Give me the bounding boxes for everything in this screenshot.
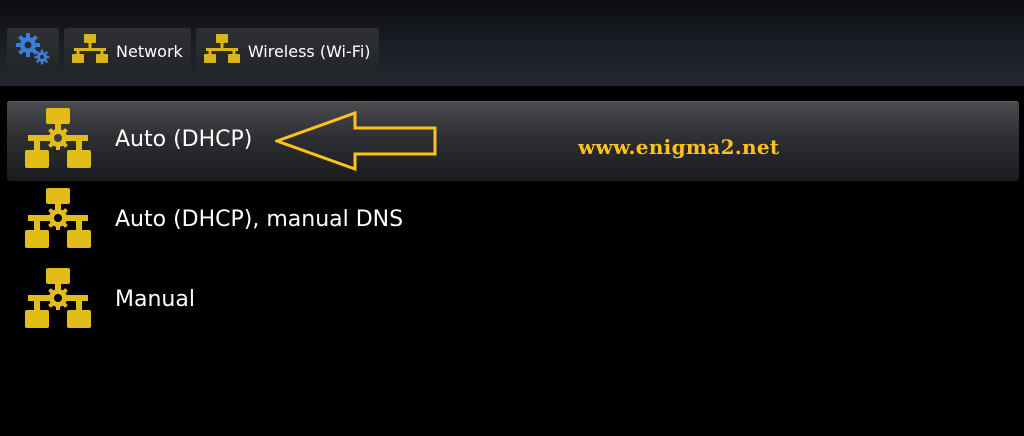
breadcrumb-network-label: Network <box>116 41 183 61</box>
connection-type-menu: Auto (DHCP) Auto (DHCP), manual DNS Manu… <box>7 101 1019 341</box>
menu-item-auto-dhcp-manual-dns[interactable]: Auto (DHCP), manual DNS <box>7 181 1019 261</box>
arrow-left-icon <box>272 110 439 175</box>
network-icon <box>202 33 242 69</box>
breadcrumb-settings[interactable] <box>7 28 59 74</box>
menu-item-manual[interactable]: Manual <box>7 261 1019 341</box>
menu-item-auto-dhcp[interactable]: Auto (DHCP) <box>7 101 1019 181</box>
watermark-text: www.enigma2.net <box>578 135 780 159</box>
breadcrumb-wireless[interactable]: Wireless (Wi-Fi) <box>195 28 379 74</box>
menu-item-label: Manual <box>115 286 195 312</box>
breadcrumb: Network Wireless (Wi-Fi) <box>7 28 379 74</box>
gears-icon <box>15 32 51 70</box>
breadcrumb-network[interactable]: Network <box>64 28 191 74</box>
menu-item-label: Auto (DHCP), manual DNS <box>115 206 404 232</box>
network-icon <box>70 33 110 69</box>
top-bar: Network Wireless (Wi-Fi) <box>0 0 1024 86</box>
network-setup-screen: Network Wireless (Wi-Fi) Auto (DHCP) Aut… <box>0 0 1024 436</box>
menu-item-label: Auto (DHCP) <box>115 126 253 152</box>
network-settings-icon <box>23 188 93 254</box>
network-settings-icon <box>23 108 93 174</box>
network-settings-icon <box>23 268 93 334</box>
breadcrumb-wireless-label: Wireless (Wi-Fi) <box>247 41 371 61</box>
